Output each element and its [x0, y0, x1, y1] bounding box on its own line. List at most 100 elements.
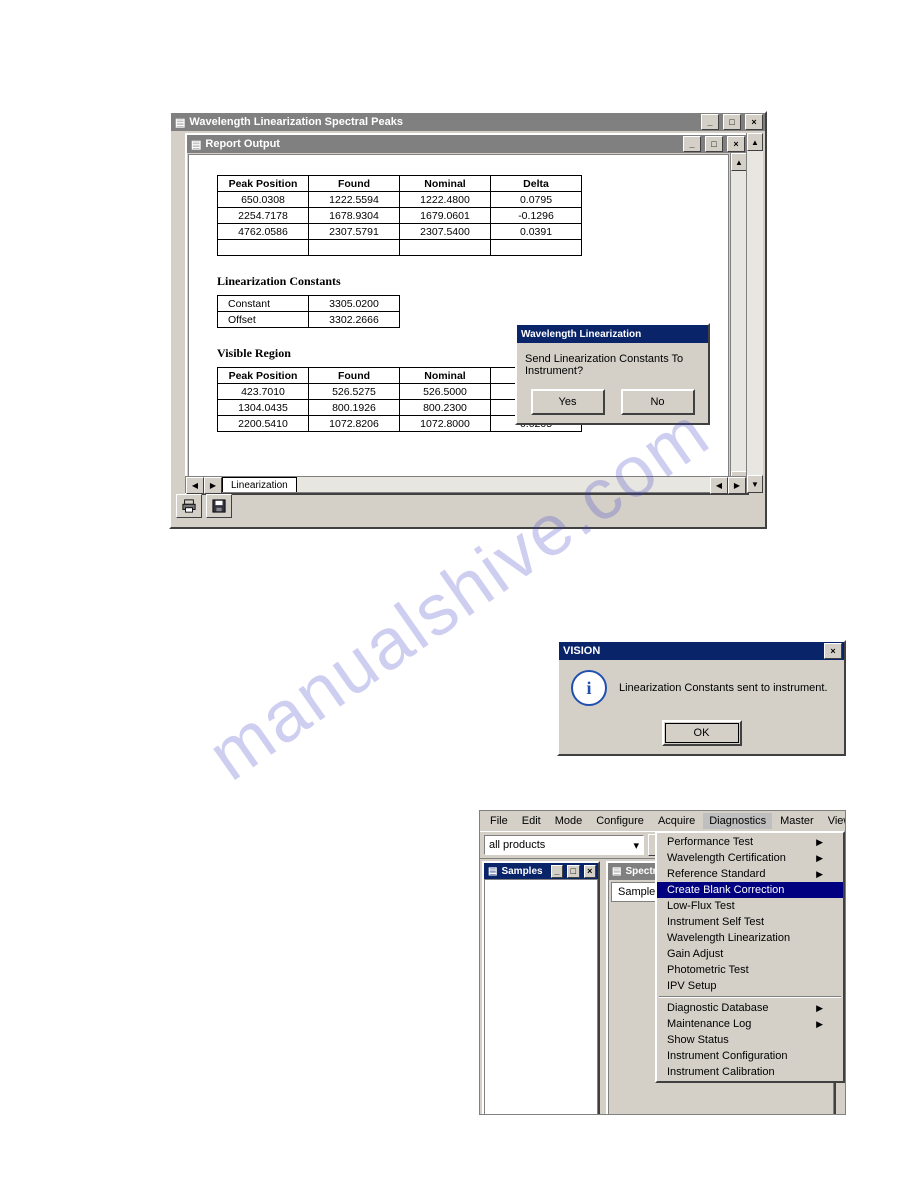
- table-row: 2254.71781678.93041679.0601-0.1296: [218, 208, 582, 224]
- samples-titlebar[interactable]: ▤ Samples _ □ ×: [484, 863, 598, 879]
- linearization-tab[interactable]: Linearization: [222, 477, 297, 492]
- print-icon: [182, 499, 196, 513]
- menu-item-ipv-setup[interactable]: IPV Setup: [657, 978, 843, 994]
- outer-titlebar[interactable]: ▤ Wavelength Linearization Spectral Peak…: [171, 113, 765, 131]
- menu-configure[interactable]: Configure: [590, 813, 650, 829]
- no-button[interactable]: No: [621, 389, 695, 415]
- vision-app-window: FileEditModeConfigureAcquireDiagnosticsM…: [479, 810, 846, 1115]
- table-cell: 2200.5410: [218, 416, 309, 432]
- menu-view[interactable]: View: [822, 813, 846, 829]
- samples-min-button[interactable]: _: [551, 865, 563, 878]
- menu-item-wavelength-linearization[interactable]: Wavelength Linearization: [657, 930, 843, 946]
- menu-item-gain-adjust[interactable]: Gain Adjust: [657, 946, 843, 962]
- hscroll-left-icon[interactable]: ◀: [710, 477, 728, 494]
- send-constants-dialog: Wavelength Linearization Send Linearizat…: [515, 323, 710, 425]
- menu-item-diagnostic-database[interactable]: Diagnostic Database▶: [657, 1000, 843, 1016]
- samples-window: ▤ Samples _ □ ×: [482, 861, 600, 1115]
- table-row: Offset3302.2666: [218, 312, 400, 328]
- maximize-button[interactable]: □: [723, 114, 741, 130]
- menubar: FileEditModeConfigureAcquireDiagnosticsM…: [480, 811, 845, 831]
- menu-item-label: Wavelength Certification: [667, 852, 786, 864]
- menu-item-instrument-calibration[interactable]: Instrument Calibration: [657, 1064, 843, 1080]
- table-cell: 1679.0601: [400, 208, 491, 224]
- vision-titlebar[interactable]: VISION ×: [559, 642, 844, 660]
- table-cell: 3302.2666: [309, 312, 400, 328]
- menu-item-reference-standard[interactable]: Reference Standard▶: [657, 866, 843, 882]
- menu-item-photometric-test[interactable]: Photometric Test: [657, 962, 843, 978]
- menu-item-wavelength-certification[interactable]: Wavelength Certification ▶: [657, 850, 843, 866]
- menu-mode[interactable]: Mode: [549, 813, 589, 829]
- scroll-up-icon[interactable]: ▲: [731, 153, 747, 171]
- col-found: Found: [309, 176, 400, 192]
- outer-vertical-scrollbar[interactable]: ▲ ▼: [746, 133, 763, 493]
- menu-diagnostics[interactable]: Diagnostics: [703, 813, 772, 829]
- save-button[interactable]: [206, 494, 232, 518]
- menu-item-label: Photometric Test: [667, 964, 749, 976]
- linearization-spectral-peaks-window: ▤ Wavelength Linearization Spectral Peak…: [169, 111, 767, 529]
- report-minimize-button[interactable]: _: [683, 136, 701, 152]
- vision-close-button[interactable]: ×: [824, 643, 842, 659]
- table-cell: 1072.8206: [309, 416, 400, 432]
- menu-item-label: Instrument Configuration: [667, 1050, 787, 1062]
- yes-button[interactable]: Yes: [531, 389, 605, 415]
- close-button[interactable]: ×: [745, 114, 763, 130]
- vision-info-dialog: VISION × i Linearization Constants sent …: [557, 640, 846, 756]
- report-vertical-scrollbar[interactable]: ▲ ▼: [730, 153, 747, 489]
- ok-button[interactable]: OK: [662, 720, 742, 746]
- menu-item-label: IPV Setup: [667, 980, 717, 992]
- menu-item-label: Low-Flux Test: [667, 900, 735, 912]
- report-document: Peak Position Found Nominal Delta 650.03…: [188, 154, 729, 488]
- menu-master[interactable]: Master: [774, 813, 820, 829]
- menu-item-label: Maintenance Log: [667, 1018, 751, 1030]
- table-cell: 2307.5791: [309, 224, 400, 240]
- menu-item-performance-test[interactable]: Performance Test▶: [657, 834, 843, 850]
- horizontal-scroll-track[interactable]: [297, 477, 710, 492]
- hscroll-right-icon[interactable]: ▶: [728, 477, 746, 494]
- table-row: [218, 240, 582, 256]
- menu-item-instrument-configuration[interactable]: Instrument Configuration: [657, 1048, 843, 1064]
- table-cell: -0.1296: [491, 208, 582, 224]
- outer-toolbar: [173, 491, 235, 521]
- samples-close-button[interactable]: ×: [584, 865, 596, 878]
- minimize-button[interactable]: _: [701, 114, 719, 130]
- menu-item-instrument-self-test[interactable]: Instrument Self Test: [657, 914, 843, 930]
- menu-acquire[interactable]: Acquire: [652, 813, 701, 829]
- send-constants-body: Send Linearization Constants To Instrume…: [517, 343, 708, 423]
- spectra-icon: ▤: [612, 866, 621, 877]
- table-cell: 4762.0586: [218, 224, 309, 240]
- outer-scroll-down-icon[interactable]: ▼: [747, 475, 763, 493]
- send-constants-titlebar[interactable]: Wavelength Linearization: [517, 325, 708, 343]
- print-button[interactable]: [176, 494, 202, 518]
- report-titlebar[interactable]: ▤ Report Output _ □ ×: [187, 135, 747, 153]
- table-cell: 1304.0435: [218, 400, 309, 416]
- vision-title: VISION: [563, 645, 600, 657]
- send-constants-message: Send Linearization Constants To Instrume…: [525, 353, 700, 377]
- outer-scroll-up-icon[interactable]: ▲: [747, 133, 763, 151]
- menu-item-label: Create Blank Correction: [667, 884, 784, 896]
- menu-item-maintenance-log[interactable]: Maintenance Log▶: [657, 1016, 843, 1032]
- report-maximize-button[interactable]: □: [705, 136, 723, 152]
- table-row: 4762.05862307.57912307.54000.0391: [218, 224, 582, 240]
- diagnostics-dropdown: Performance Test▶Wavelength Certificatio…: [655, 831, 845, 1083]
- report-title: Report Output: [205, 138, 280, 150]
- vr-col-found: Found: [309, 368, 400, 384]
- menu-item-create-blank-correction[interactable]: Create Blank Correction: [657, 882, 843, 898]
- menu-item-low-flux-test[interactable]: Low-Flux Test: [657, 898, 843, 914]
- product-combo[interactable]: all products ▾: [484, 835, 644, 855]
- menu-item-show-status[interactable]: Show Status: [657, 1032, 843, 1048]
- vision-message: Linearization Constants sent to instrume…: [619, 682, 828, 694]
- menu-file[interactable]: File: [484, 813, 514, 829]
- table-cell: 2254.7178: [218, 208, 309, 224]
- menu-edit[interactable]: Edit: [516, 813, 547, 829]
- samples-max-button[interactable]: □: [567, 865, 579, 878]
- menu-separator: [659, 996, 841, 998]
- chevron-right-icon: ▶: [816, 853, 823, 864]
- table-cell: 800.1926: [309, 400, 400, 416]
- menu-item-label: Instrument Calibration: [667, 1066, 775, 1078]
- samples-icon: ▤: [488, 866, 497, 877]
- col-nominal: Nominal: [400, 176, 491, 192]
- report-close-button[interactable]: ×: [727, 136, 745, 152]
- chevron-right-icon: ▶: [816, 1003, 823, 1014]
- chevron-right-icon: ▶: [816, 869, 823, 880]
- table-cell: [400, 240, 491, 256]
